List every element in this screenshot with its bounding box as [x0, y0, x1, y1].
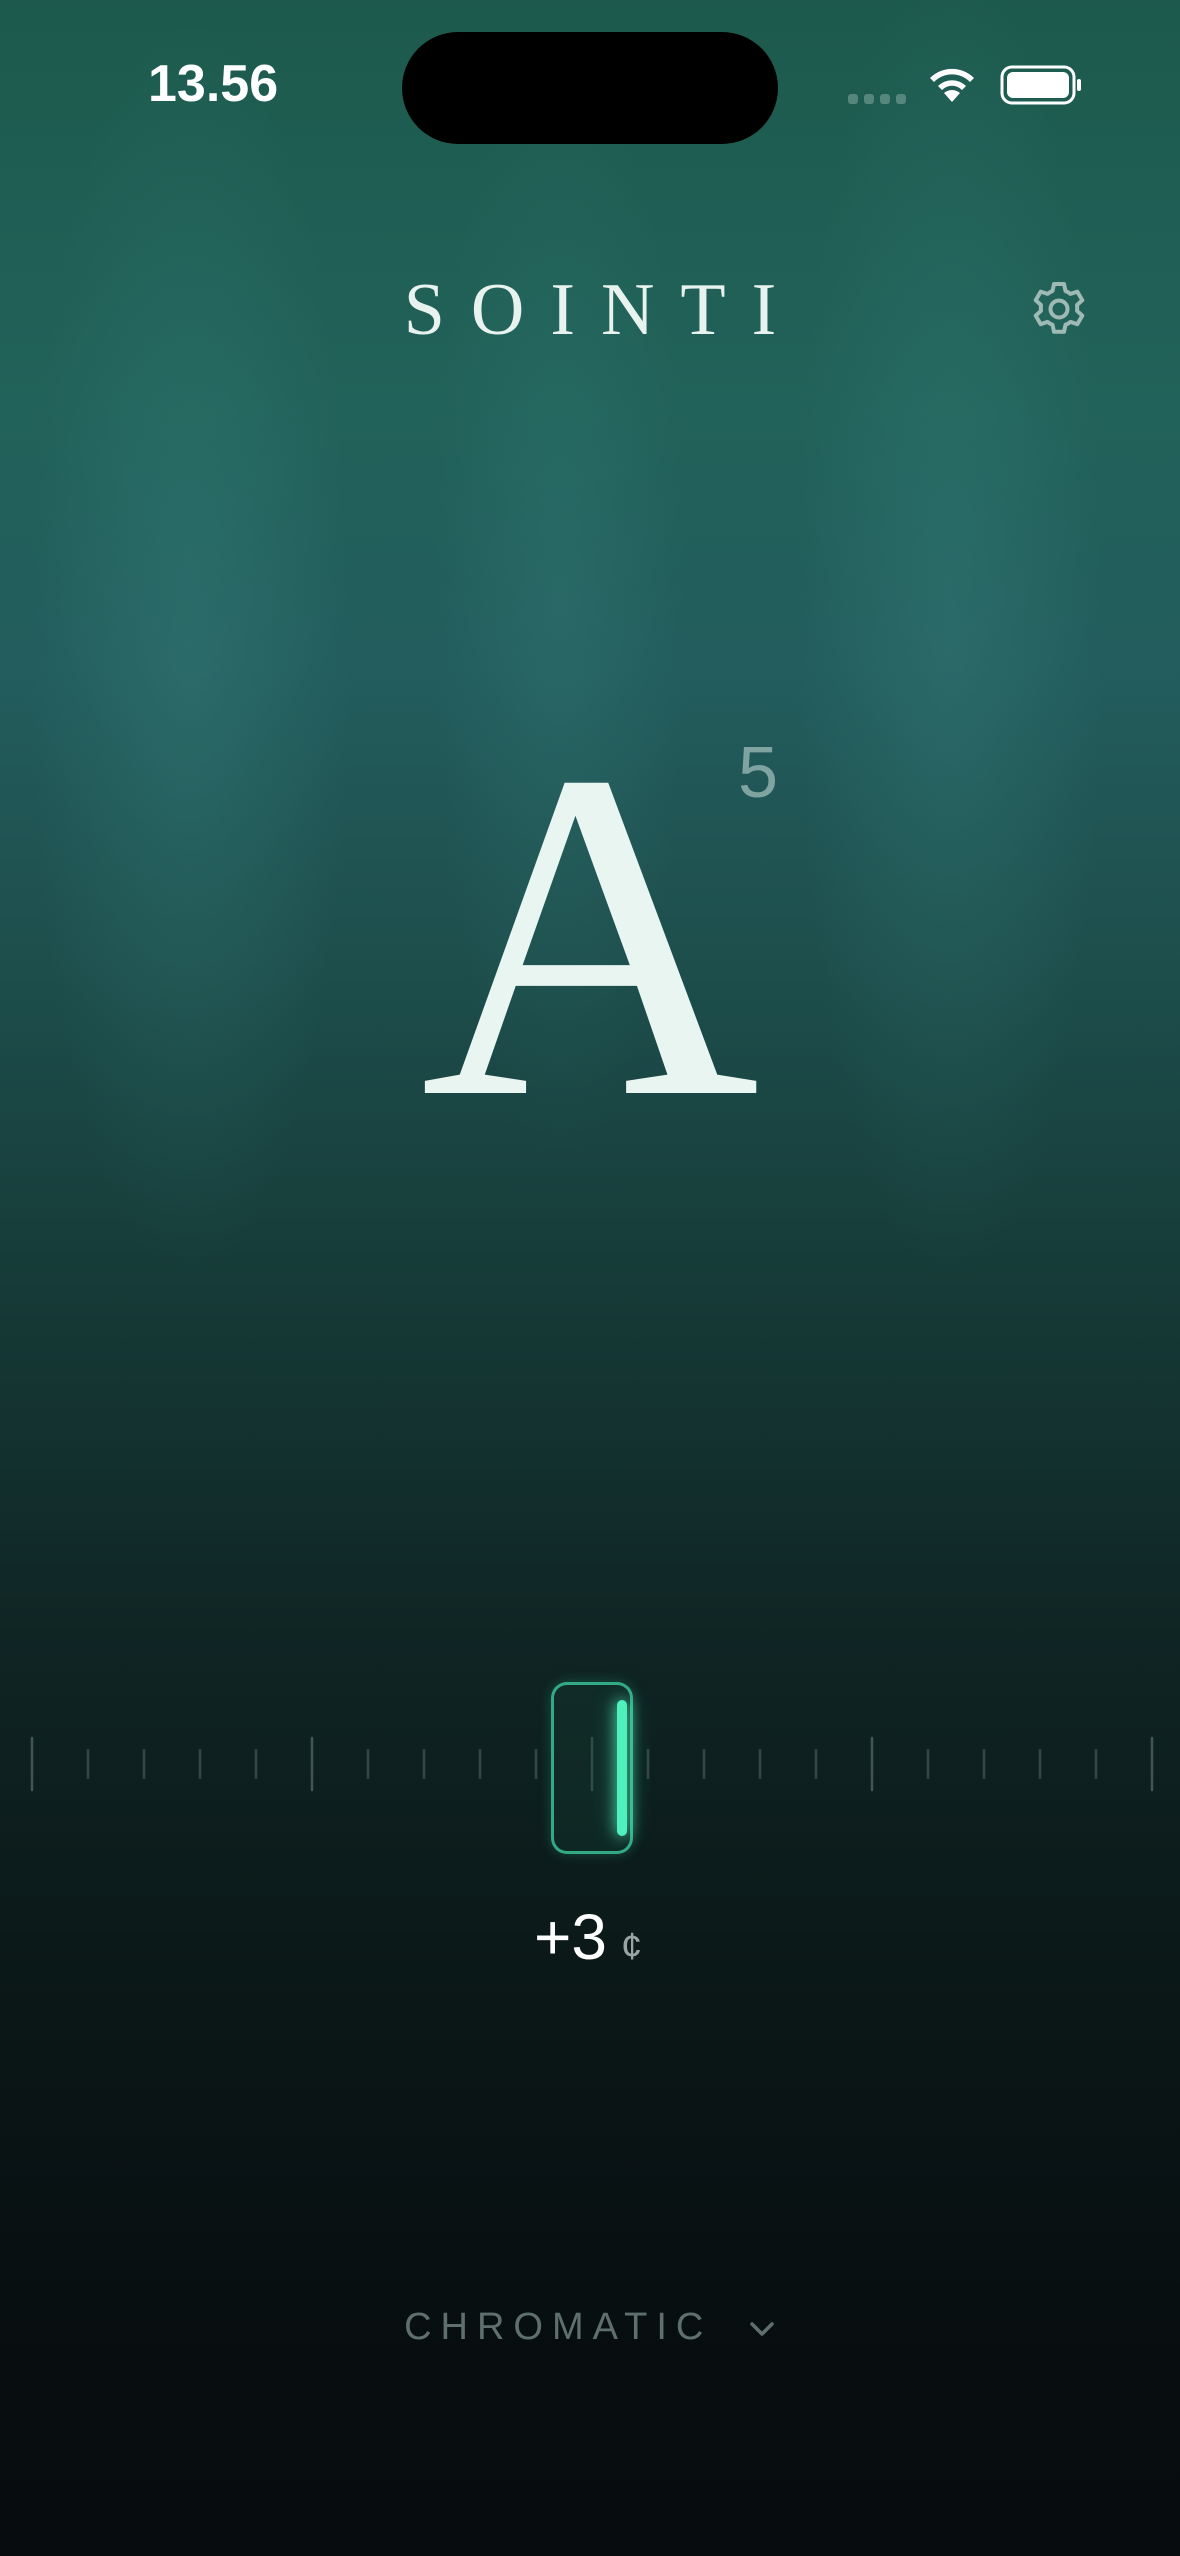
background-gradient [0, 0, 1180, 2556]
chevron-down-icon [750, 2322, 774, 2336]
cellular-signal-icon [848, 94, 906, 104]
status-time: 13.56 [148, 55, 279, 113]
cents-readout: +3 ¢ [534, 1900, 642, 1974]
cents-value: +3 [534, 1901, 607, 1973]
note-octave: 5 [738, 733, 779, 813]
tuning-mode-selector[interactable]: CHROMATIC [0, 2306, 1180, 2349]
gear-icon[interactable] [1030, 280, 1088, 338]
tuning-needle [617, 1700, 627, 1836]
battery-icon [1000, 65, 1081, 105]
cents-unit: ¢ [620, 1926, 643, 1968]
dynamic-island [402, 32, 778, 144]
tuning-mode-label: CHROMATIC [404, 2306, 713, 2348]
wifi-icon [930, 68, 974, 102]
detected-note: A [420, 674, 760, 1195]
app-logo: SOINTI [403, 269, 803, 351]
